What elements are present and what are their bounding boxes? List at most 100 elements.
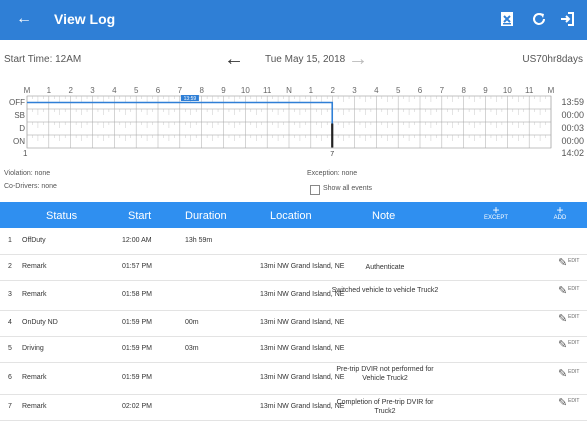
- add-exception-button[interactable]: + EXCEPT: [478, 204, 514, 221]
- hour-label: 1: [47, 86, 52, 95]
- row-status: OffDuty: [22, 237, 46, 244]
- row-number: 6: [8, 374, 12, 381]
- duty-row-label: D: [19, 124, 25, 133]
- hour-label: 3: [352, 86, 357, 95]
- violation-text: Violation: none: [4, 170, 51, 177]
- row-status: OnDuty ND: [22, 319, 58, 326]
- row-note: Pre-trip DVIR not performed for Vehicle …: [336, 365, 434, 382]
- close-document-icon[interactable]: [496, 8, 518, 30]
- hour-label: 11: [263, 86, 272, 95]
- duty-row-total: 00:00: [561, 110, 584, 120]
- duty-row-label: SB: [14, 111, 25, 120]
- row-status: Remark: [22, 263, 47, 270]
- row-status: Remark: [22, 403, 47, 410]
- back-arrow-icon[interactable]: ←: [16, 9, 32, 29]
- exception-text: Exception: none: [307, 170, 358, 177]
- hour-label: 4: [112, 86, 117, 95]
- show-all-events-checkbox[interactable]: [310, 185, 320, 195]
- edit-label: EDIT: [568, 314, 580, 320]
- hour-label: 1: [309, 86, 314, 95]
- row-location: 13mi NW Grand Island, NE: [260, 319, 345, 326]
- edit-label: EDIT: [568, 258, 580, 264]
- row-note: Authenticate: [365, 263, 405, 271]
- hour-label: 6: [156, 86, 161, 95]
- table-row[interactable]: 1 OffDuty 12:00 AM 13h 59m: [0, 228, 587, 255]
- pencil-icon: ✎: [558, 313, 568, 325]
- edit-label: EDIT: [568, 340, 580, 346]
- pencil-icon: ✎: [558, 397, 568, 409]
- show-all-events-label: Show all events: [323, 185, 373, 192]
- hour-label: 7: [178, 86, 183, 95]
- log-date-bar: Start Time: 12AM ← Tue May 15, 2018 → US…: [0, 48, 587, 70]
- hour-label: 8: [461, 86, 466, 95]
- page-title: View Log: [54, 11, 116, 27]
- pencil-icon: ✎: [558, 368, 568, 380]
- row-start-time: 01:58 PM: [122, 291, 152, 298]
- hour-label: 11: [525, 86, 534, 95]
- hour-label: 4: [374, 86, 379, 95]
- hour-label: 2: [330, 86, 335, 95]
- pencil-icon: ✎: [558, 285, 568, 297]
- hour-label: 9: [221, 86, 226, 95]
- add-event-button[interactable]: + ADD: [548, 204, 572, 221]
- duty-row-label: ON: [13, 137, 25, 146]
- row-start-time: 01:59 PM: [122, 319, 152, 326]
- refresh-icon[interactable]: [528, 8, 550, 30]
- hour-label: 7: [440, 86, 445, 95]
- hour-label: 3: [90, 86, 95, 95]
- duty-status-graph: M 1 2 3 4 5 6 7 8 9 10 11 N 1 2 3 4 5 6 7 8 9 10 11 M OFF SB D ON 13:…: [9, 86, 584, 158]
- duty-row-total: 00:00: [561, 136, 584, 146]
- row-number: 7: [8, 403, 12, 410]
- hour-label: 6: [418, 86, 423, 95]
- log-date: Tue May 15, 2018: [265, 54, 346, 65]
- previous-day-icon[interactable]: ←: [224, 48, 244, 71]
- logout-icon[interactable]: [556, 8, 578, 30]
- table-row[interactable]: 7 Remark 02:02 PM 13mi NW Grand Island, NE C…: [0, 394, 587, 421]
- hour-label: 8: [199, 86, 204, 95]
- row-note: Completion of Pre-trip DVIR for Truck2: [336, 399, 434, 415]
- row-number: 1: [8, 237, 12, 244]
- table-row[interactable]: 3 Remark 01:58 PM 13mi NW Grand Island, NE S…: [0, 280, 587, 311]
- row-start-time: 02:02 PM: [122, 403, 152, 410]
- cycle-rule: US70hr8days: [522, 54, 583, 65]
- table-row[interactable]: 4 OnDuty ND 01:59 PM 00m 13mi NW Grand Islan…: [0, 310, 587, 337]
- row-start-time: 12:00 AM: [122, 237, 152, 244]
- row-start-time: 01:59 PM: [122, 345, 152, 352]
- row-start-time: 01:59 PM: [122, 374, 152, 381]
- row-note: Switched vehicle to vehicle Truck2: [331, 287, 439, 294]
- edit-label: EDIT: [568, 398, 580, 404]
- hour-label: 2: [68, 86, 73, 95]
- row-status: Remark: [22, 374, 47, 381]
- column-note: Note: [372, 210, 396, 222]
- hour-label: 5: [134, 86, 139, 95]
- hour-label: N: [286, 86, 292, 95]
- end-marker: 7: [330, 151, 334, 158]
- pencil-icon: ✎: [558, 339, 568, 351]
- table-row[interactable]: 5 Driving 01:59 PM 03m 13mi NW Grand Island,…: [0, 336, 587, 363]
- column-start: Start: [128, 210, 152, 222]
- duty-row-total: 13:59: [561, 97, 584, 107]
- current-time-badge-label: 13:59: [184, 96, 197, 102]
- edit-label: EDIT: [568, 369, 580, 375]
- table-header: Status Start Duration Location Note + EXC…: [0, 202, 587, 228]
- table-row[interactable]: 6 Remark 01:59 PM 13mi NW Grand Island, NE P…: [0, 362, 587, 395]
- row-status: Remark: [22, 291, 47, 298]
- next-day-icon[interactable]: →: [348, 48, 368, 71]
- co-drivers-text: Co-Drivers: none: [4, 183, 57, 190]
- hour-label: 10: [503, 86, 512, 95]
- row-number: 3: [8, 291, 12, 298]
- duty-row-total: 00:03: [561, 123, 584, 133]
- hour-label: 5: [396, 86, 401, 95]
- column-location: Location: [270, 210, 312, 222]
- edit-label: EDIT: [568, 286, 580, 292]
- row-duration: 03m: [185, 345, 199, 352]
- table-row[interactable]: 2 Remark 01:57 PM 13mi NW Grand Island, NE A…: [0, 254, 587, 281]
- hour-label: M: [548, 86, 555, 95]
- column-duration: Duration: [185, 210, 227, 222]
- hour-label: 9: [483, 86, 488, 95]
- row-number: 5: [8, 345, 12, 352]
- row-duration: 00m: [185, 319, 199, 326]
- row-location: 13mi NW Grand Island, NE: [260, 345, 345, 352]
- hour-label: 10: [241, 86, 250, 95]
- app-bar: ← View Log: [0, 0, 587, 40]
